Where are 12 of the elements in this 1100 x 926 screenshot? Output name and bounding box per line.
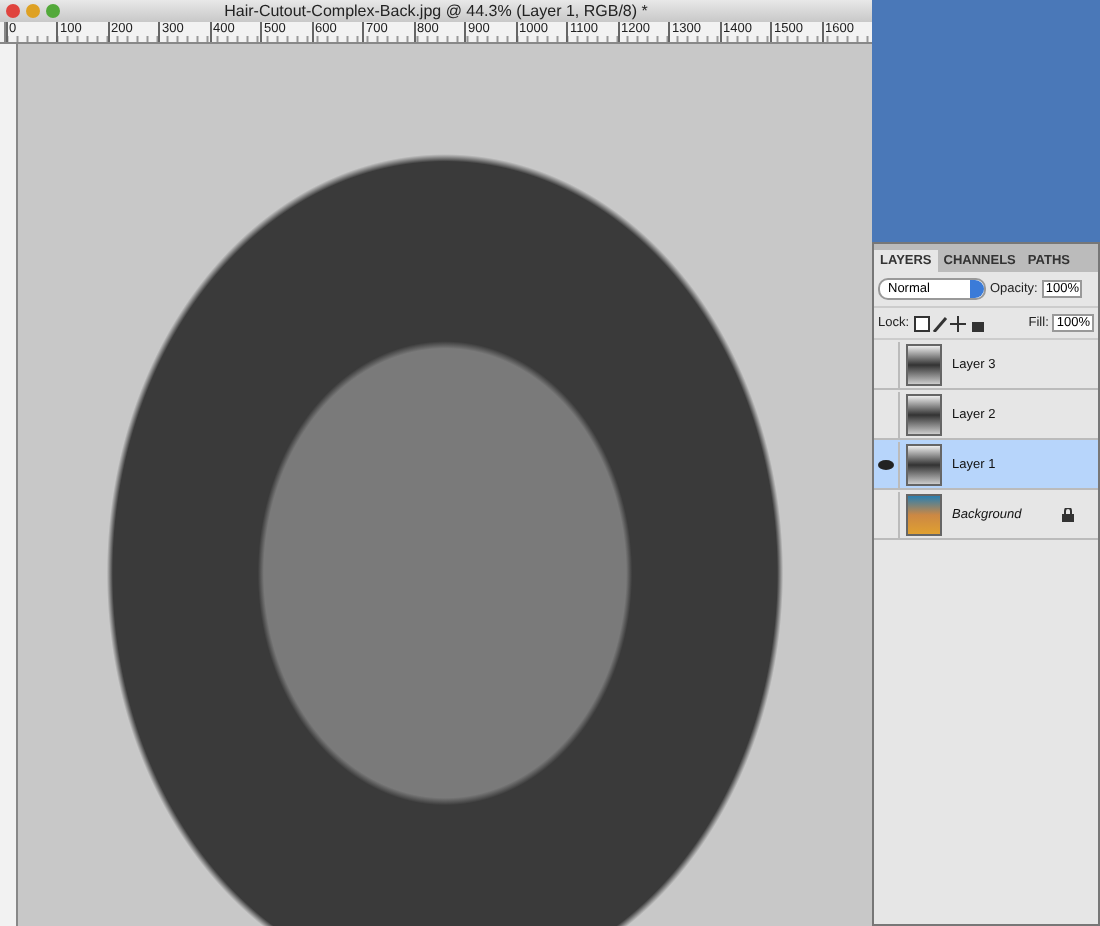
layer-thumbnail — [906, 343, 942, 385]
minimize-button[interactable] — [26, 4, 40, 18]
lock-icon — [1062, 507, 1074, 521]
layer-thumbnail — [906, 493, 942, 535]
close-button[interactable] — [6, 4, 20, 18]
layer-thumbnail — [906, 443, 942, 485]
lock-options-icon[interactable] — [913, 315, 986, 331]
visibility-toggle[interactable] — [874, 441, 900, 487]
eye-icon — [878, 459, 894, 469]
window-title: Hair-Cutout-Complex-Back.jpg @ 44.3% (Layer 1, RGB/8) * — [224, 2, 648, 20]
zoom-button[interactable] — [46, 4, 60, 18]
layer-thumbnail — [906, 393, 942, 435]
